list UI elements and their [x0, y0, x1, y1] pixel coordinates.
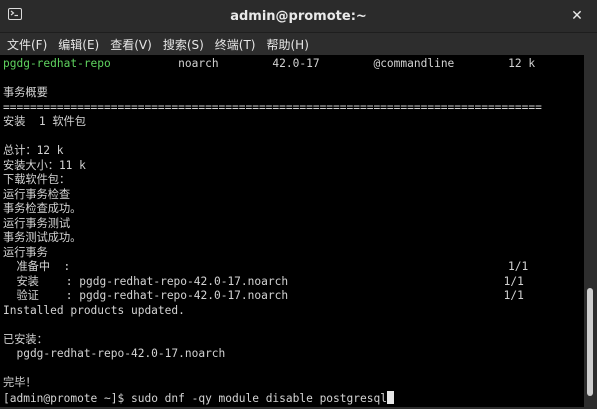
shell-prompt: [admin@promote ~]$: [3, 391, 131, 405]
output-line: 运行事务测试: [3, 216, 71, 230]
output-line: 验证 : pgdg-redhat-repo-42.0-17.noarch 1/1: [3, 289, 524, 302]
close-icon[interactable]: ✕: [567, 6, 587, 26]
scrollbar-thumb[interactable]: [587, 288, 593, 396]
output-line: 已安装：: [3, 332, 48, 346]
output-line: pgdg-redhat-repo-42.0-17.noarch: [3, 347, 226, 360]
command-input[interactable]: sudo dnf -qy module disable postgresql: [131, 392, 387, 405]
menu-file[interactable]: 文件(F): [7, 36, 47, 53]
output-line: 事务检查成功。: [3, 202, 82, 215]
output-line: 完毕！: [3, 376, 37, 389]
package-name: pgdg-redhat-repo: [3, 57, 111, 70]
output-line: 准备中 : 1/1: [3, 260, 529, 273]
scrollbar[interactable]: [584, 55, 597, 409]
menu-edit[interactable]: 编辑(E): [58, 36, 99, 53]
package-details: noarch 42.0-17 @commandline 12 k: [110, 57, 536, 70]
output-line: 运行事务检查: [3, 187, 71, 201]
output-line: 安装 : pgdg-redhat-repo-42.0-17.noarch 1/1: [3, 274, 524, 288]
output-line: 总计：12 k: [3, 144, 64, 157]
package-row: pgdg-redhat-repo noarch 42.0-17 @command…: [3, 57, 584, 72]
menu-bar: 文件(F) 编辑(E) 查看(V) 搜索(S) 终端(T) 帮助(H): [0, 33, 597, 55]
menu-help[interactable]: 帮助(H): [267, 36, 309, 53]
output-line: 事务测试成功。: [3, 231, 82, 244]
output-line: 安装大小：11 k: [3, 158, 86, 172]
output-line: 安装 1 软件包: [3, 115, 86, 128]
command-line[interactable]: [admin@promote ~]$ sudo dnf -qy module d…: [3, 390, 584, 406]
output-line: 事务概要: [3, 86, 48, 99]
window-title: admin@promote:~: [230, 8, 367, 24]
menu-search[interactable]: 搜索(S): [163, 36, 204, 53]
output-line: 下载软件包：: [3, 173, 71, 186]
output-line: ========================================…: [3, 100, 542, 114]
terminal-window: admin@promote:~ ✕ 文件(F) 编辑(E) 查看(V) 搜索(S…: [0, 0, 597, 409]
menu-terminal[interactable]: 终端(T): [215, 36, 256, 53]
output-line: Installed products updated.: [3, 303, 185, 317]
title-bar[interactable]: admin@promote:~ ✕: [0, 0, 597, 33]
output-line: 运行事务: [3, 245, 48, 259]
terminal-output[interactable]: pgdg-redhat-repo noarch 42.0-17 @command…: [0, 55, 584, 407]
menu-view[interactable]: 查看(V): [110, 36, 152, 53]
text-cursor: [386, 390, 394, 404]
terminal-icon: [8, 8, 22, 20]
